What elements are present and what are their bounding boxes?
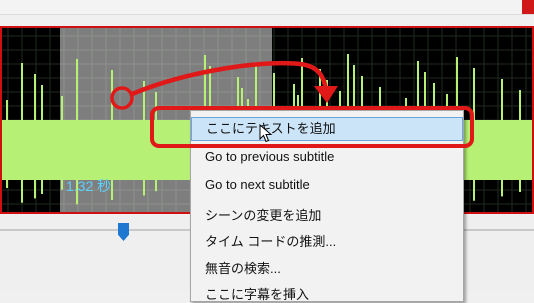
annotation-circle-icon bbox=[110, 86, 134, 110]
annotation-arrow-icon bbox=[129, 60, 329, 97]
annotation-layer bbox=[110, 60, 338, 110]
annotation-arrowhead bbox=[314, 86, 338, 103]
mouse-pointer-icon bbox=[259, 124, 273, 143]
